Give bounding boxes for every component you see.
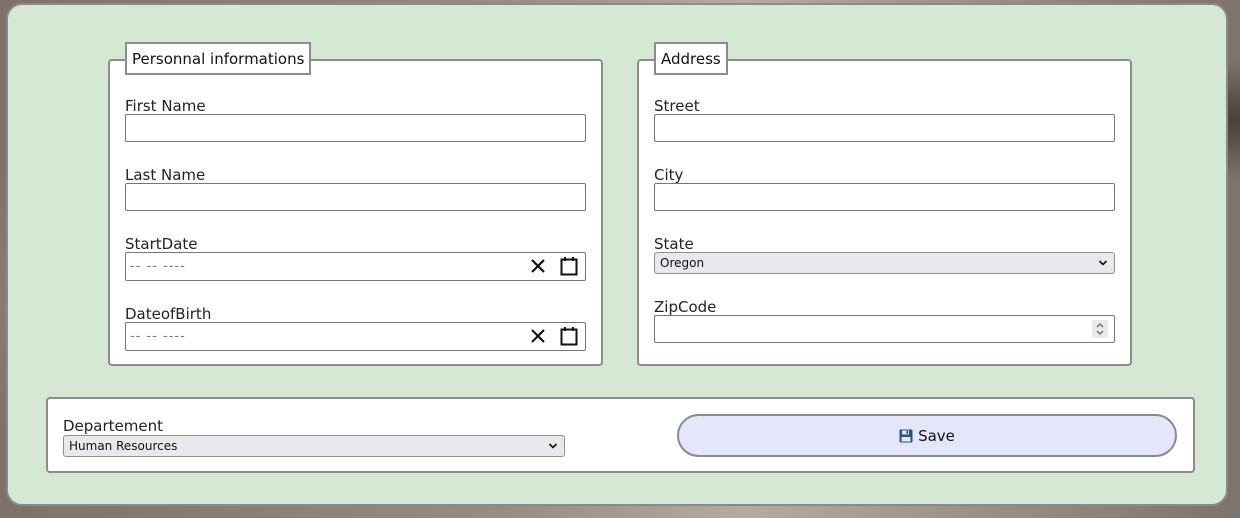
dob-placeholder: -- -- ---- (130, 329, 186, 344)
dob-input[interactable]: -- -- ---- (125, 322, 586, 351)
spinner-icon[interactable] (1092, 320, 1108, 338)
first-name-input[interactable] (125, 114, 586, 142)
last-name-label: Last Name (125, 166, 206, 184)
close-icon[interactable] (529, 327, 547, 345)
city-label: City (654, 166, 684, 184)
floppy-disk-icon (899, 429, 913, 442)
start-date-label: StartDate (125, 235, 198, 253)
save-button[interactable]: Save (677, 414, 1177, 457)
city-input[interactable] (654, 183, 1115, 211)
street-input[interactable] (654, 114, 1115, 142)
start-date-placeholder: -- -- ---- (130, 259, 186, 274)
first-name-label: First Name (125, 97, 206, 115)
form-panel: Personnal informations First Name Last N… (6, 3, 1228, 506)
state-select[interactable]: Oregon (654, 252, 1115, 274)
address-legend: Address (654, 42, 728, 75)
save-button-label: Save (918, 426, 955, 445)
department-selected-value: Human Resources (69, 439, 178, 453)
calendar-icon[interactable] (560, 256, 578, 276)
state-label: State (654, 235, 694, 253)
calendar-icon[interactable] (560, 326, 578, 346)
address-group: Address Street City State Oregon ZipCode (637, 42, 1132, 366)
zipcode-input[interactable] (654, 315, 1115, 343)
chevron-down-icon (548, 443, 558, 449)
state-selected-value: Oregon (660, 256, 705, 270)
last-name-input[interactable] (125, 183, 586, 211)
start-date-input[interactable]: -- -- ---- (125, 252, 586, 281)
zipcode-label: ZipCode (654, 298, 717, 316)
chevron-down-icon (1098, 260, 1108, 266)
personal-info-group: Personnal informations First Name Last N… (108, 42, 603, 366)
dob-label: DateofBirth (125, 305, 212, 323)
department-select[interactable]: Human Resources (63, 435, 565, 457)
close-icon[interactable] (529, 257, 547, 275)
street-label: Street (654, 97, 700, 115)
personal-info-legend: Personnal informations (125, 42, 312, 75)
department-label: Departement (63, 417, 163, 435)
footer-group: Departement Human Resources Save (46, 397, 1195, 473)
